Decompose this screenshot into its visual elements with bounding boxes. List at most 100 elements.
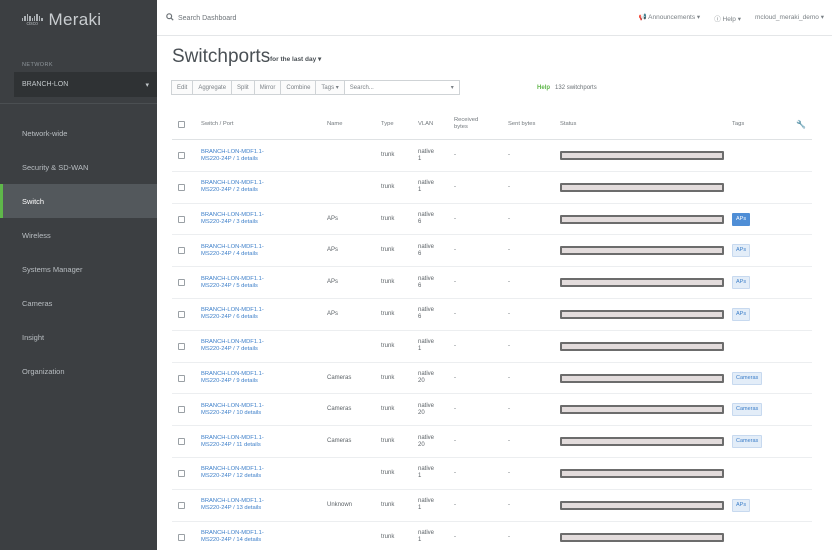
- switch-port-link[interactable]: BRANCH-LON-MDF1.1-: [201, 149, 264, 156]
- sidebar-item-security-sdwan[interactable]: Security & SD-WAN: [0, 150, 157, 184]
- wrench-icon[interactable]: 🔧: [796, 120, 806, 129]
- col-vlan[interactable]: VLAN: [418, 108, 433, 140]
- tag-badge[interactable]: APs: [732, 307, 751, 321]
- switch-port-link[interactable]: BRANCH-LON-MDF1.1-: [201, 244, 264, 251]
- status-bar[interactable]: [560, 278, 724, 288]
- port-details-link[interactable]: MS220-24P / 2 details: [201, 187, 258, 194]
- row-checkbox[interactable]: [178, 533, 185, 541]
- status-bar[interactable]: [560, 214, 724, 224]
- switch-port-link[interactable]: BRANCH-LON-MDF1.1-: [201, 339, 264, 346]
- row-checkbox[interactable]: [178, 279, 185, 287]
- port-details-link[interactable]: MS220-24P / 11 details: [201, 442, 261, 449]
- port-details-link[interactable]: MS220-24P / 14 details: [201, 537, 261, 544]
- row-checkbox[interactable]: [178, 152, 185, 159]
- mirror-button[interactable]: Mirror: [253, 80, 282, 95]
- row-checkbox[interactable]: [178, 406, 185, 414]
- status-bar[interactable]: [560, 151, 724, 160]
- switch-port-link[interactable]: BRANCH-LON-MDF1.1-: [201, 530, 264, 537]
- tag-badge[interactable]: Cameras: [732, 371, 763, 385]
- aggregate-button[interactable]: Aggregate: [192, 80, 233, 95]
- status-bar[interactable]: [560, 437, 724, 447]
- row-checkbox[interactable]: [178, 438, 185, 446]
- status-bar[interactable]: [560, 373, 724, 383]
- switch-port-link[interactable]: BRANCH-LON-MDF1.1-: [201, 276, 264, 283]
- checkbox[interactable]: [178, 120, 185, 128]
- table-row[interactable]: BRANCH-LON-MDF1.1- MS220-24P / 10 details…: [172, 394, 812, 427]
- port-details-link[interactable]: MS220-24P / 10 details: [201, 410, 261, 417]
- table-row[interactable]: BRANCH-LON-MDF1.1- MS220-24P / 5 details A…: [172, 267, 812, 299]
- status-bar[interactable]: [560, 246, 724, 256]
- status-bar[interactable]: [560, 468, 724, 478]
- port-details-link[interactable]: MS220-24P / 3 details: [201, 219, 258, 226]
- col-name[interactable]: Name: [327, 108, 342, 140]
- row-checkbox[interactable]: [178, 501, 185, 509]
- row-checkbox[interactable]: [178, 374, 185, 382]
- tag-badge[interactable]: APs: [732, 212, 751, 226]
- tag-badge[interactable]: APs: [732, 276, 751, 290]
- tags-button[interactable]: Tags ▾: [315, 80, 345, 95]
- port-details-link[interactable]: MS220-24P / 5 details: [201, 283, 258, 290]
- table-row[interactable]: BRANCH-LON-MDF1.1- MS220-24P / 9 details C…: [172, 363, 812, 395]
- port-details-link[interactable]: MS220-24P / 13 details: [201, 505, 261, 512]
- table-row[interactable]: BRANCH-LON-MDF1.1- MS220-24P / 12 details…: [172, 458, 812, 490]
- status-bar[interactable]: [560, 532, 724, 542]
- col-status[interactable]: Status: [560, 108, 576, 140]
- edit-button[interactable]: Edit: [171, 80, 194, 95]
- col-switch-port[interactable]: Switch / Port: [201, 108, 234, 140]
- status-bar[interactable]: [560, 500, 724, 510]
- table-row[interactable]: BRANCH-LON-MDF1.1- MS220-24P / 14 details…: [172, 522, 812, 550]
- switch-port-link[interactable]: BRANCH-LON-MDF1.1-: [201, 466, 264, 473]
- switch-port-link[interactable]: BRANCH-LON-MDF1.1-: [201, 498, 264, 505]
- switch-port-link[interactable]: BRANCH-LON-MDF1.1-: [201, 180, 264, 187]
- sidebar-item-insight[interactable]: Insight: [0, 320, 157, 354]
- sidebar-item-network-wide[interactable]: Network-wide: [0, 116, 157, 150]
- table-row[interactable]: BRANCH-LON-MDF1.1- MS220-24P / 7 details t…: [172, 331, 812, 363]
- table-row[interactable]: BRANCH-LON-MDF1.1- MS220-24P / 6 details A…: [172, 299, 812, 331]
- row-checkbox[interactable]: [178, 215, 185, 223]
- port-details-link[interactable]: MS220-24P / 1 details: [201, 156, 258, 163]
- dashboard-search[interactable]: Search Dashboard: [166, 13, 236, 23]
- combine-button[interactable]: Combine: [280, 80, 317, 95]
- status-bar[interactable]: [560, 405, 724, 415]
- sidebar-item-cameras[interactable]: Cameras: [0, 286, 157, 320]
- split-button[interactable]: Split: [231, 80, 255, 95]
- tag-badge[interactable]: Cameras: [732, 435, 763, 449]
- row-checkbox[interactable]: [178, 342, 185, 350]
- switchport-search-input[interactable]: Search... ▾: [343, 80, 460, 95]
- switch-port-link[interactable]: BRANCH-LON-MDF1.1-: [201, 435, 264, 442]
- sidebar-item-systems-manager[interactable]: Systems Manager: [0, 252, 157, 286]
- table-row[interactable]: BRANCH-LON-MDF1.1- MS220-24P / 4 details A…: [172, 235, 812, 268]
- announcements-menu[interactable]: 📢 Announcements ▾: [639, 13, 701, 23]
- port-details-link[interactable]: MS220-24P / 6 details: [201, 314, 258, 321]
- col-received[interactable]: Received bytes: [454, 108, 490, 140]
- table-row[interactable]: BRANCH-LON-MDF1.1- MS220-24P / 1 details t…: [172, 140, 812, 172]
- col-type[interactable]: Type: [381, 108, 394, 140]
- switch-port-link[interactable]: BRANCH-LON-MDF1.1-: [201, 403, 264, 410]
- help-link[interactable]: Help: [537, 85, 550, 91]
- port-details-link[interactable]: MS220-24P / 9 details: [201, 378, 258, 385]
- tag-badge[interactable]: APs: [732, 244, 751, 258]
- sidebar-item-switch[interactable]: Switch: [0, 184, 157, 218]
- port-details-link[interactable]: MS220-24P / 4 details: [201, 251, 258, 258]
- col-tags[interactable]: Tags: [732, 108, 744, 140]
- sidebar-item-organization[interactable]: Organization: [0, 354, 157, 388]
- switch-port-link[interactable]: BRANCH-LON-MDF1.1-: [201, 212, 264, 219]
- account-menu[interactable]: mcloud_meraki_demo ▾: [755, 13, 824, 23]
- table-row[interactable]: BRANCH-LON-MDF1.1- MS220-24P / 3 details A…: [172, 204, 812, 236]
- status-bar[interactable]: [560, 309, 724, 319]
- row-checkbox[interactable]: [178, 469, 185, 477]
- tag-badge[interactable]: APs: [732, 498, 751, 512]
- network-select[interactable]: BRANCH-LON ▾: [14, 72, 157, 97]
- switch-port-link[interactable]: BRANCH-LON-MDF1.1-: [201, 371, 264, 378]
- row-checkbox[interactable]: [178, 183, 185, 191]
- status-bar[interactable]: [560, 182, 724, 192]
- tag-badge[interactable]: Cameras: [732, 403, 763, 417]
- help-menu[interactable]: ⓘ Help ▾: [714, 13, 741, 23]
- row-checkbox[interactable]: [178, 247, 185, 255]
- table-row[interactable]: BRANCH-LON-MDF1.1- MS220-24P / 2 details t…: [172, 172, 812, 204]
- port-details-link[interactable]: MS220-24P / 12 details: [201, 473, 261, 480]
- table-row[interactable]: BRANCH-LON-MDF1.1- MS220-24P / 13 details…: [172, 490, 812, 522]
- col-sent[interactable]: Sent bytes: [508, 108, 538, 140]
- brand[interactable]: cisco Meraki: [0, 0, 157, 40]
- port-details-link[interactable]: MS220-24P / 7 details: [201, 346, 258, 353]
